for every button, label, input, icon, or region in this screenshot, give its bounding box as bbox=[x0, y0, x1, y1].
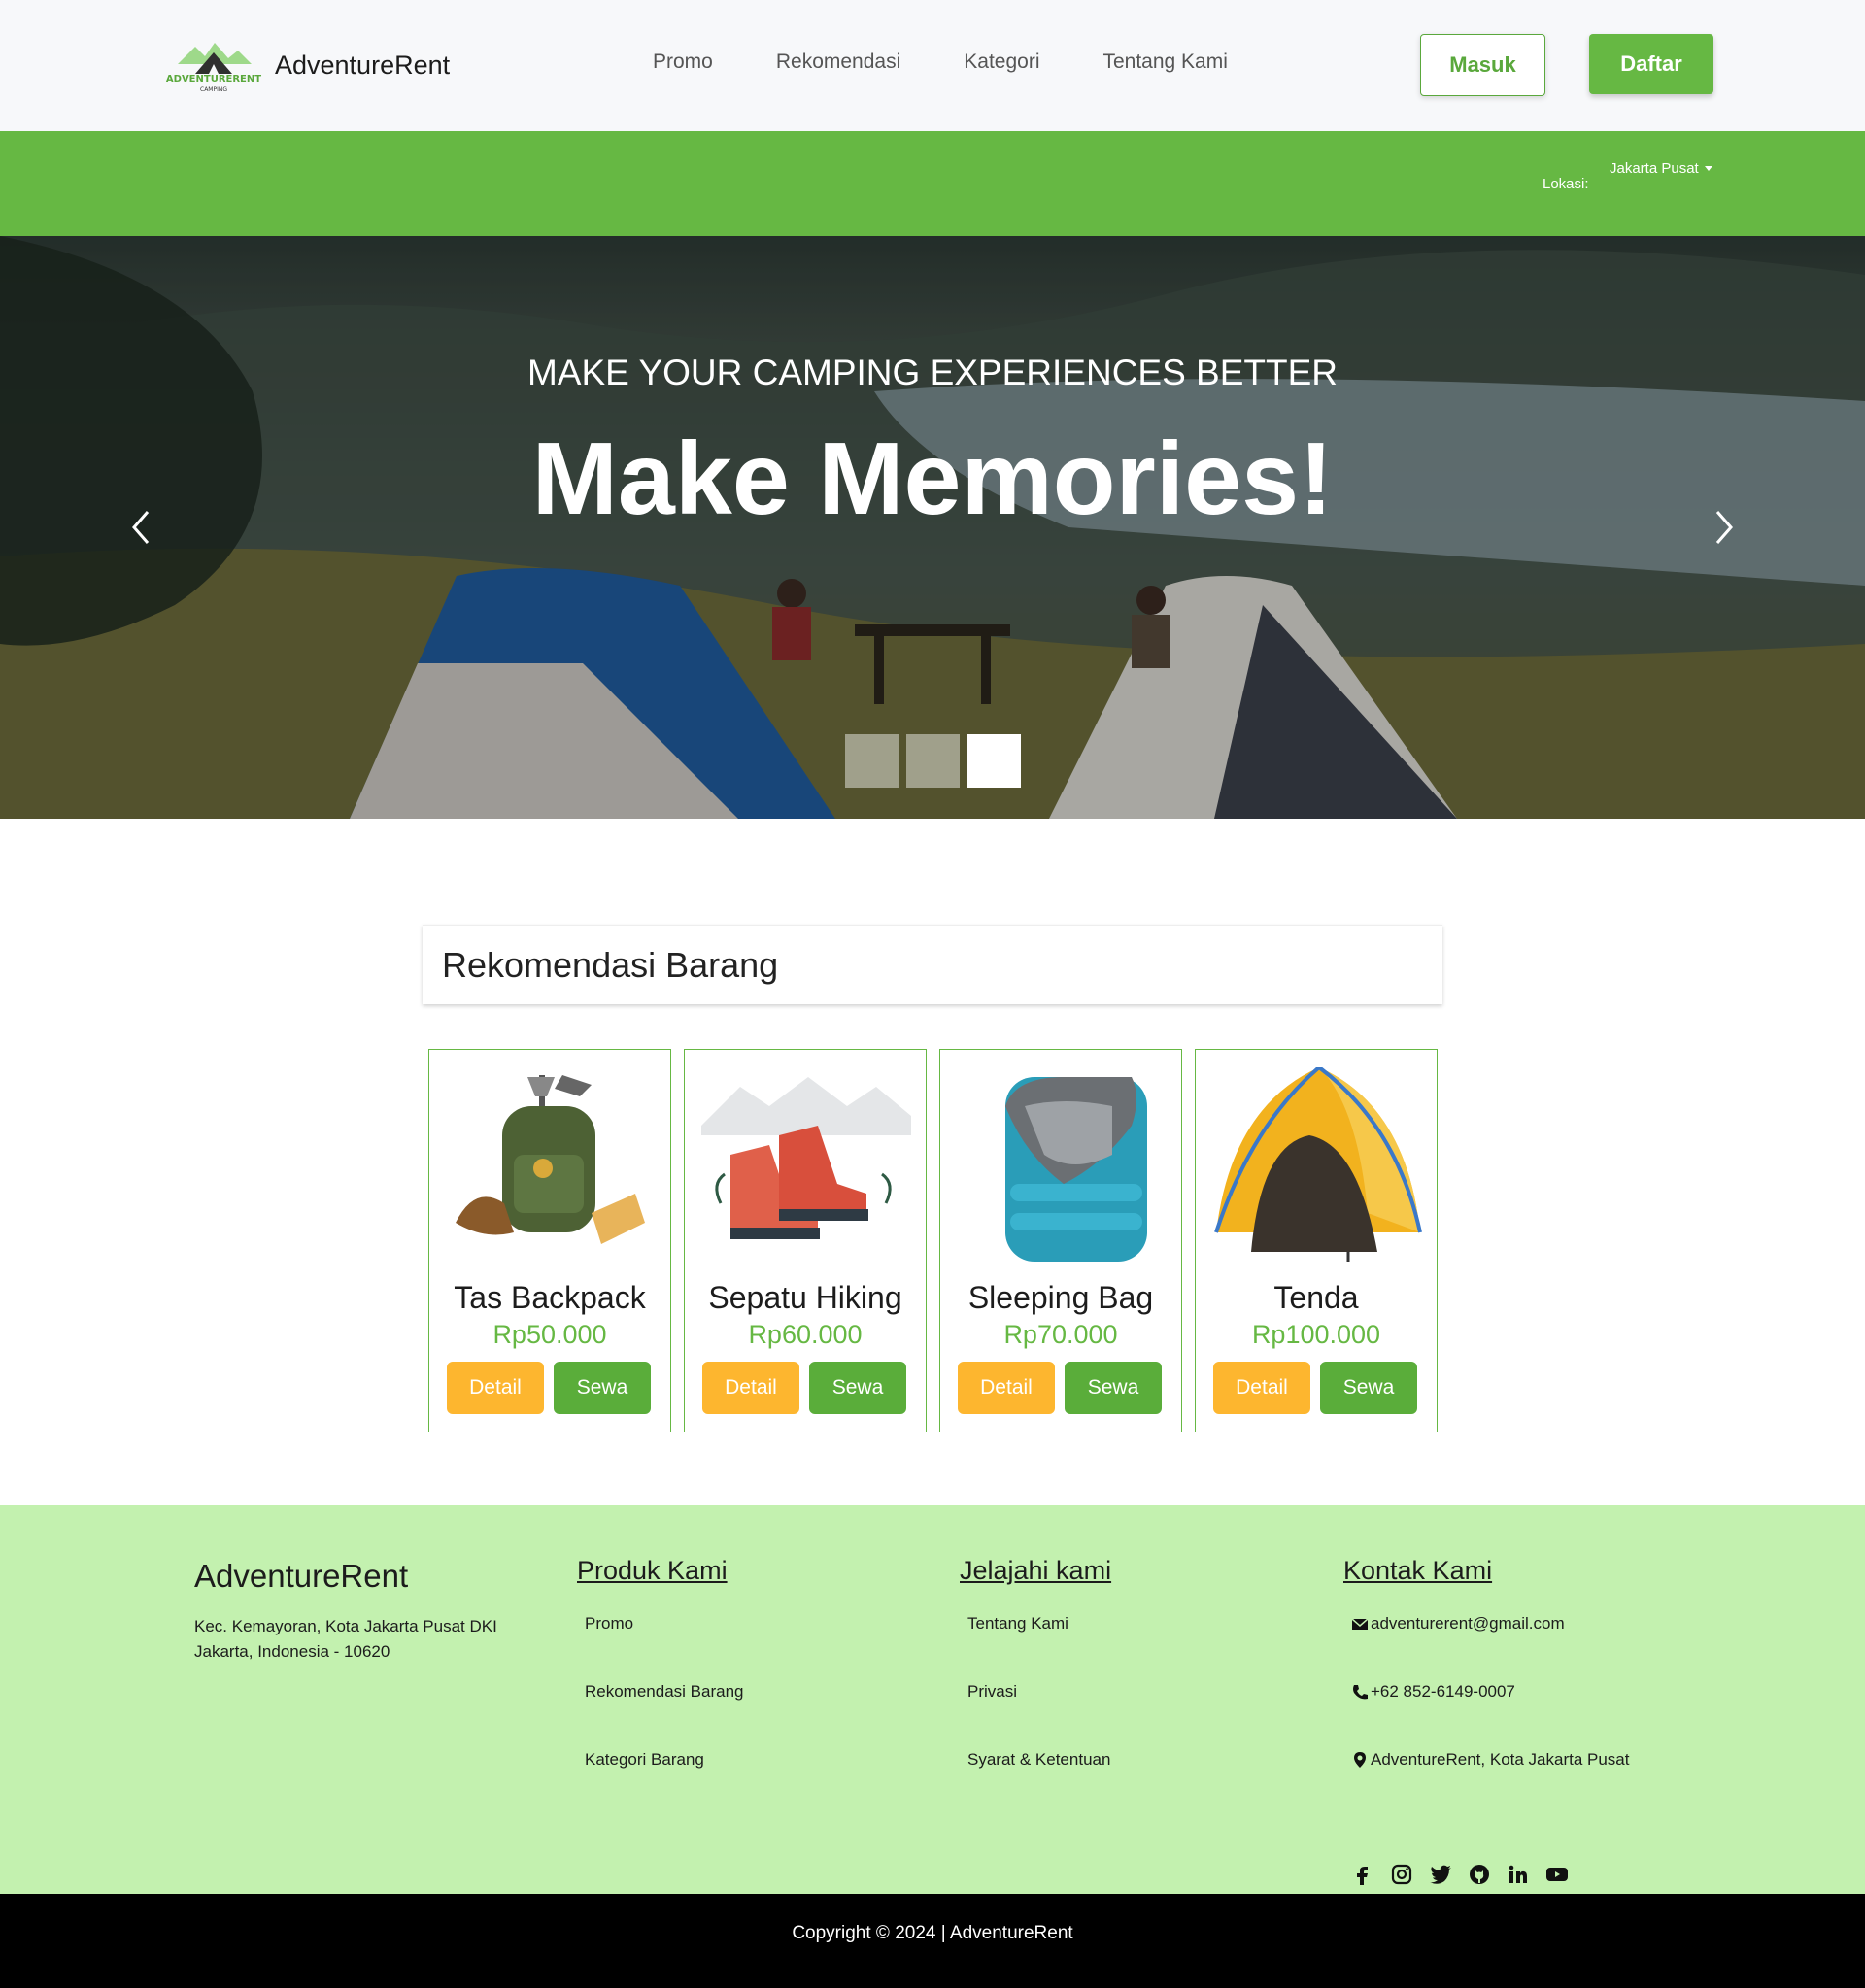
contact-phone[interactable]: +62 852-6149-0007 bbox=[1351, 1682, 1515, 1702]
logo-subtext: CAMPING bbox=[200, 86, 227, 93]
main-nav: Promo Rekomendasi Kategori Tentang Kami bbox=[653, 51, 1291, 74]
product-card: Tenda Rp100.000 Detail Sewa bbox=[1195, 1049, 1438, 1432]
footer-address: Kec. Kemayoran, Kota Jakarta Pusat DKI J… bbox=[194, 1617, 497, 1661]
product-price: Rp50.000 bbox=[492, 1320, 607, 1349]
product-actions: Detail Sewa bbox=[702, 1362, 906, 1414]
nav-tentang-kami[interactable]: Tentang Kami bbox=[1102, 51, 1227, 74]
rent-button[interactable]: Sewa bbox=[809, 1362, 906, 1414]
footer-contact-title: Kontak Kami bbox=[1343, 1556, 1493, 1585]
copyright-bar: Copyright © 2024 | AdventureRent bbox=[0, 1894, 1865, 1988]
twitter-icon[interactable] bbox=[1429, 1863, 1452, 1886]
phone-icon bbox=[1353, 1685, 1368, 1700]
hero-title: Make Memories! bbox=[531, 421, 1334, 536]
brand-name: AdventureRent bbox=[275, 50, 451, 80]
rent-button[interactable]: Sewa bbox=[554, 1362, 651, 1414]
footer-explore: Jelajahi kami Tentang Kami Privasi Syara… bbox=[960, 1556, 1112, 1769]
product-actions: Detail Sewa bbox=[1213, 1362, 1417, 1414]
product-actions: Detail Sewa bbox=[447, 1362, 651, 1414]
instagram-icon[interactable] bbox=[1390, 1863, 1413, 1886]
section-title: Rekomendasi Barang bbox=[442, 945, 779, 985]
footer: AdventureRent Kec. Kemayoran, Kota Jakar… bbox=[0, 1505, 1865, 1894]
footer-explore-title: Jelajahi kami bbox=[960, 1556, 1112, 1585]
contact-location-text: AdventureRent, Kota Jakarta Pusat bbox=[1371, 1750, 1630, 1769]
nav-kategori[interactable]: Kategori bbox=[964, 51, 1039, 74]
product-name: Tenda bbox=[1273, 1280, 1359, 1315]
location-bar: Lokasi: Jakarta Pusat bbox=[0, 131, 1865, 236]
chevron-left-icon bbox=[132, 511, 150, 544]
sleeping-bag-icon bbox=[1005, 1077, 1147, 1262]
product-list: Tas Backpack Rp50.000 Detail Sewa Sepatu… bbox=[428, 1049, 1450, 1432]
github-icon[interactable] bbox=[1468, 1863, 1491, 1886]
footer-link-syarat[interactable]: Syarat & Ketentuan bbox=[967, 1750, 1110, 1769]
detail-button[interactable]: Detail bbox=[1213, 1362, 1310, 1414]
footer-brand: AdventureRent bbox=[194, 1558, 409, 1594]
detail-button[interactable]: Detail bbox=[958, 1362, 1055, 1414]
logo-wordmark: ADVENTURERENT bbox=[166, 74, 261, 84]
login-button[interactable]: Masuk bbox=[1420, 34, 1545, 96]
register-button[interactable]: Daftar bbox=[1589, 34, 1713, 94]
product-price: Rp60.000 bbox=[748, 1320, 863, 1349]
social-links bbox=[1351, 1863, 1584, 1886]
location-dropdown[interactable]: Jakarta Pusat bbox=[1610, 160, 1712, 177]
facebook-icon[interactable] bbox=[1351, 1863, 1374, 1886]
footer-link-privasi[interactable]: Privasi bbox=[967, 1682, 1017, 1702]
footer-contact: Kontak Kami adventurerent@gmail.com +62 … bbox=[1343, 1556, 1630, 1885]
navbar: ADVENTURERENT CAMPING AdventureRent Prom… bbox=[0, 0, 1865, 131]
detail-button[interactable]: Detail bbox=[702, 1362, 799, 1414]
contact-email[interactable]: adventurerent@gmail.com bbox=[1351, 1614, 1565, 1634]
product-card: Sepatu Hiking Rp60.000 Detail Sewa bbox=[684, 1049, 927, 1432]
product-actions: Detail Sewa bbox=[958, 1362, 1162, 1414]
brand-logo: ADVENTURERENT CAMPING bbox=[158, 35, 269, 95]
product-card: Tas Backpack Rp50.000 Detail Sewa bbox=[428, 1049, 671, 1432]
chevron-right-icon bbox=[1715, 511, 1733, 544]
product-card: Sleeping Bag Rp70.000 Detail Sewa bbox=[939, 1049, 1182, 1432]
footer-link-kategori[interactable]: Kategori Barang bbox=[585, 1750, 704, 1769]
location-value: Jakarta Pusat bbox=[1610, 160, 1699, 177]
footer-link-rekomendasi[interactable]: Rekomendasi Barang bbox=[585, 1682, 743, 1702]
youtube-icon[interactable] bbox=[1545, 1863, 1569, 1886]
product-price: Rp100.000 bbox=[1251, 1320, 1381, 1349]
hero-subtitle: MAKE YOUR CAMPING EXPERIENCES BETTER bbox=[526, 353, 1339, 392]
footer-link-tentang[interactable]: Tentang Kami bbox=[967, 1614, 1068, 1634]
brand[interactable]: ADVENTURERENT CAMPING AdventureRent bbox=[158, 35, 450, 95]
footer-link-promo[interactable]: Promo bbox=[585, 1614, 633, 1634]
linkedin-icon[interactable] bbox=[1507, 1863, 1530, 1886]
rent-button[interactable]: Sewa bbox=[1065, 1362, 1162, 1414]
contact-email-text: adventurerent@gmail.com bbox=[1371, 1614, 1565, 1633]
carousel-indicator-3[interactable] bbox=[967, 734, 1021, 788]
product-name: Sleeping Bag bbox=[967, 1280, 1154, 1315]
contact-phone-text: +62 852-6149-0007 bbox=[1371, 1682, 1515, 1701]
product-name: Sepatu Hiking bbox=[708, 1280, 902, 1315]
nav-rekomendasi[interactable]: Rekomendasi bbox=[776, 51, 900, 74]
contact-location[interactable]: AdventureRent, Kota Jakarta Pusat bbox=[1351, 1750, 1630, 1769]
hiking-boots-icon bbox=[701, 1077, 911, 1239]
recommendations-header: Rekomendasi Barang bbox=[423, 925, 1442, 1004]
rent-button[interactable]: Sewa bbox=[1320, 1362, 1417, 1414]
backpack-icon bbox=[456, 1075, 645, 1244]
carousel-indicator-1[interactable] bbox=[845, 734, 899, 788]
footer-products: Produk Kami Promo Rekomendasi Barang Kat… bbox=[577, 1556, 743, 1769]
carousel-indicator-2[interactable] bbox=[906, 734, 960, 788]
hero-carousel: MAKE YOUR CAMPING EXPERIENCES BETTER Mak… bbox=[0, 236, 1865, 819]
carousel-next-button[interactable] bbox=[1710, 508, 1739, 547]
footer-products-title: Produk Kami bbox=[577, 1556, 728, 1585]
product-price: Rp70.000 bbox=[1003, 1320, 1118, 1349]
detail-button[interactable]: Detail bbox=[447, 1362, 544, 1414]
envelope-icon bbox=[1351, 1618, 1369, 1630]
copyright-text: Copyright © 2024 | AdventureRent bbox=[792, 1923, 1073, 1943]
nav-promo[interactable]: Promo bbox=[653, 51, 713, 74]
map-marker-icon bbox=[1354, 1752, 1366, 1768]
location-label: Lokasi: bbox=[1543, 176, 1589, 192]
carousel-indicators bbox=[845, 734, 1029, 788]
tent-icon bbox=[1214, 1067, 1422, 1262]
product-name: Tas Backpack bbox=[454, 1280, 646, 1315]
caret-down-icon bbox=[1704, 166, 1712, 171]
carousel-prev-button[interactable] bbox=[126, 508, 155, 547]
